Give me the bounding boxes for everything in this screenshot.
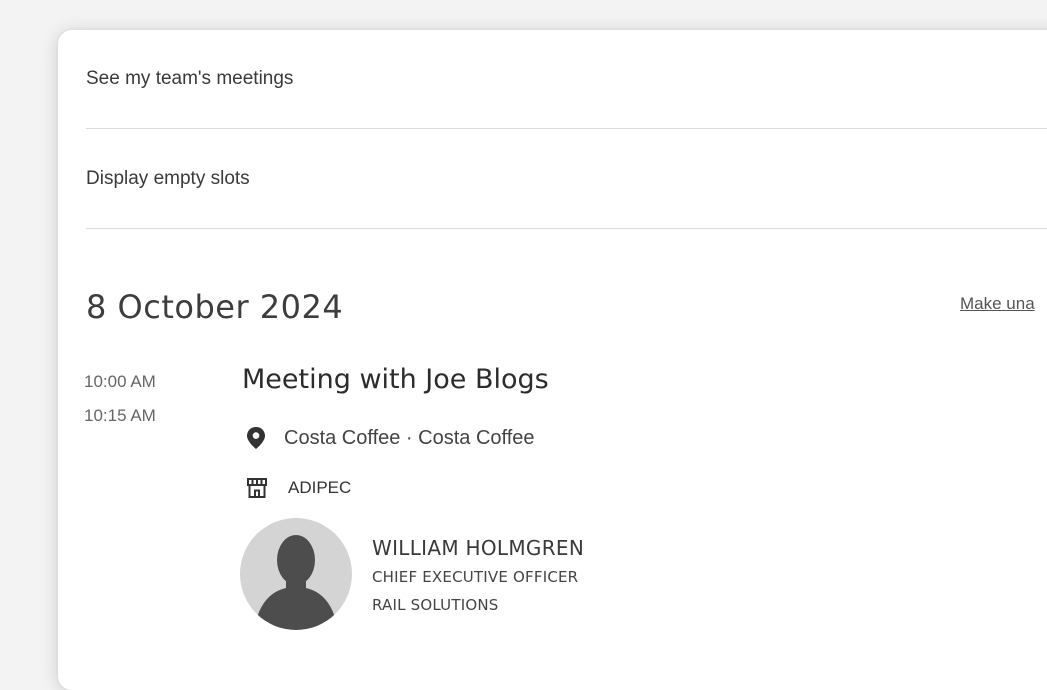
day-heading: 8 October 2024	[86, 288, 344, 326]
divider	[86, 128, 1047, 129]
meetings-panel: See my team's meetings Display empty slo…	[58, 30, 1047, 690]
avatar	[240, 518, 352, 630]
meeting-location-text: Costa Coffee · Costa Coffee	[284, 426, 535, 449]
divider	[86, 228, 1047, 229]
meeting-title[interactable]: Meeting with Joe Blogs	[242, 364, 549, 395]
event-name: ADIPEC	[288, 478, 352, 497]
map-pin-icon	[246, 426, 266, 450]
make-unavailable-link[interactable]: Make una	[960, 294, 1035, 314]
attendee-name[interactable]: WILLIAM HOLMGREN	[372, 536, 584, 560]
team-meetings-option[interactable]: See my team's meetings	[86, 68, 1047, 90]
meeting-event: ADIPEC	[246, 477, 351, 499]
storefront-icon	[246, 477, 268, 499]
meeting-start-time: 10:00 AM	[84, 372, 156, 391]
attendee-company: RAIL SOLUTIONS	[372, 596, 499, 614]
meeting-location: Costa Coffee · Costa Coffee	[246, 426, 535, 450]
meeting-end-time: 10:15 AM	[84, 406, 156, 425]
empty-slots-option[interactable]: Display empty slots	[86, 168, 1047, 190]
attendee-role: CHIEF EXECUTIVE OFFICER	[372, 568, 579, 586]
